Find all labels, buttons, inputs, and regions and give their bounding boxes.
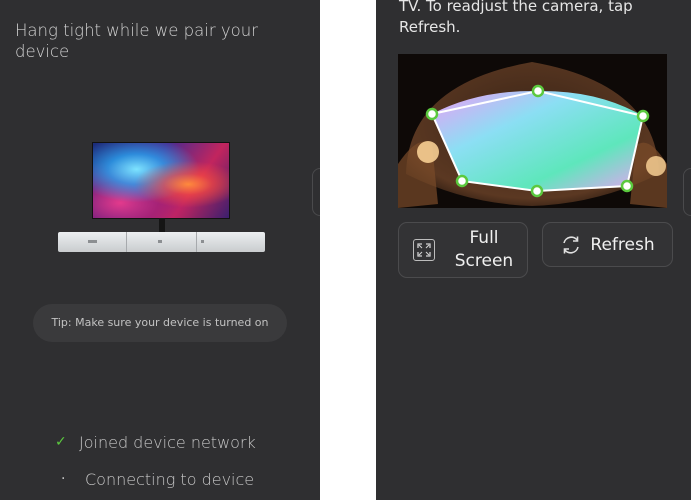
pairing-title: Hang tight while we pair your device (15, 21, 258, 61)
calibration-point[interactable] (455, 174, 469, 188)
calibration-point[interactable] (531, 84, 545, 98)
fullscreen-label: Full Screen (454, 228, 514, 271)
tv-screen-image (93, 143, 229, 218)
fullscreen-button[interactable]: Full Screen (398, 222, 528, 278)
tip-badge: Tip: Make sure your device is turned on (33, 304, 287, 342)
calibration-point[interactable] (636, 109, 650, 123)
calibration-point[interactable] (530, 184, 544, 198)
camera-preview[interactable] (398, 54, 667, 208)
status-step-joined: ✓ Joined device network (55, 431, 256, 453)
calibration-overlay[interactable] (398, 54, 667, 208)
status-step-label: Connecting to device (85, 469, 255, 489)
check-icon: ✓ (55, 434, 67, 450)
refresh-label: Refresh (590, 234, 655, 255)
refresh-button[interactable]: Refresh (542, 222, 673, 267)
pairing-panel: Hang tight while we pair your device Tip… (0, 0, 320, 500)
fullscreen-icon (413, 239, 435, 261)
tv-stand (159, 218, 165, 232)
tv-cabinet (58, 232, 265, 252)
carousel-handle[interactable] (683, 168, 691, 216)
camera-instructions: TV. To readjust the camera, tap Refresh. (399, 0, 633, 36)
calibration-point[interactable] (620, 179, 634, 193)
refresh-icon (560, 234, 582, 256)
carousel-handle[interactable] (312, 168, 320, 216)
status-step-connecting: · Connecting to device (55, 468, 254, 490)
calibration-point[interactable] (425, 107, 439, 121)
tv-illustration (56, 140, 268, 256)
status-step-label: Joined device network (79, 432, 256, 452)
spinner-dot-icon: · (61, 471, 66, 487)
camera-panel: TV. To readjust the camera, tap Refresh. (376, 0, 691, 500)
